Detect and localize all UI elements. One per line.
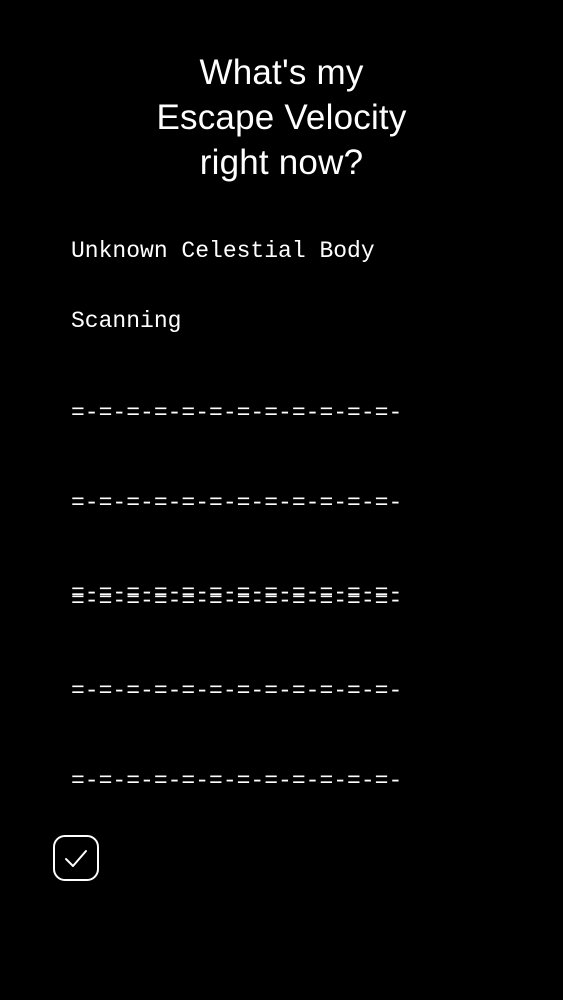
scan-rule-line: =-=-=-=-=-=-=-=-=-=-=-=- bbox=[71, 588, 403, 614]
scan-rule-line: =-=-=-=-=-=-=-=-=-=-=-=- bbox=[71, 768, 403, 794]
scan-rule-block-bottom: =-=-=-=-=-=-=-=-=-=-=-=- =-=-=-=-=-=-=-=… bbox=[71, 526, 402, 826]
confirm-button[interactable] bbox=[53, 835, 99, 881]
title-line-2: Escape Velocity bbox=[156, 98, 407, 137]
page-title: What's my Escape Velocity right now? bbox=[0, 50, 563, 185]
checkmark-icon bbox=[65, 850, 87, 867]
scan-rule-line: =-=-=-=-=-=-=-=-=-=-=-=- bbox=[71, 400, 403, 426]
scan-rule-line: =-=-=-=-=-=-=-=-=-=-=-=- bbox=[71, 490, 403, 516]
scan-rule-line: =-=-=-=-=-=-=-=-=-=-=-=- bbox=[71, 678, 403, 704]
celestial-body-name: Unknown Celestial Body bbox=[71, 238, 375, 264]
title-line-3: right now? bbox=[199, 143, 364, 182]
title-line-1: What's my bbox=[199, 53, 364, 92]
scan-status: Scanning bbox=[71, 308, 182, 334]
